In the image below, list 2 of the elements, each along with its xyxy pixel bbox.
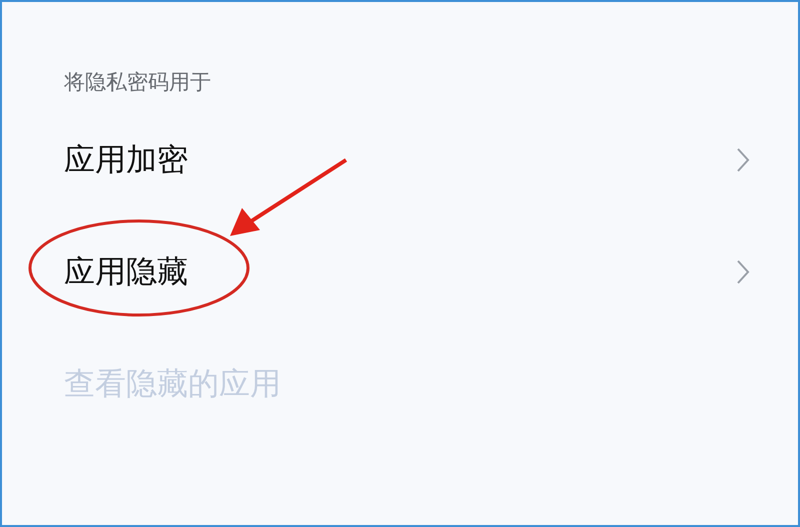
menu-item[interactable]: 应用加密 <box>64 139 188 181</box>
section-title: 将隐私密码用于 <box>64 69 211 96</box>
